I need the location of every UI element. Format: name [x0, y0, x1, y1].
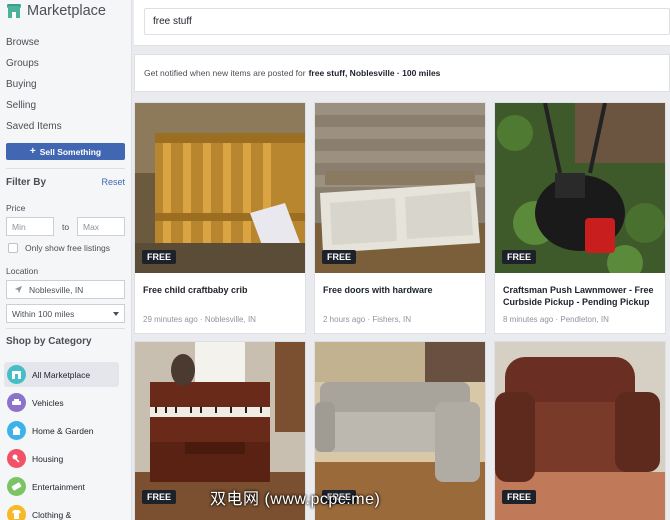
- shirt-icon: [7, 505, 26, 520]
- category-label: Clothing &: [32, 509, 72, 520]
- reset-link[interactable]: Reset: [101, 177, 125, 187]
- notify-text: Get notified when new items are posted f…: [144, 68, 306, 78]
- nav-selling[interactable]: Selling: [6, 100, 36, 111]
- category-all-marketplace[interactable]: All Marketplace: [4, 362, 119, 387]
- category-label: Entertainment: [32, 481, 85, 492]
- notify-banner: Get notified when new items are posted f…: [134, 54, 670, 92]
- category-label: All Marketplace: [32, 369, 91, 380]
- notify-query: free stuff, Noblesville · 100 miles: [308, 68, 441, 78]
- price-badge: FREE: [502, 490, 537, 504]
- location-input[interactable]: Noblesville, IN: [6, 280, 125, 299]
- radius-select[interactable]: Within 100 miles: [6, 304, 125, 323]
- radius-value: Within 100 miles: [12, 308, 75, 319]
- search-bar: free stuff: [134, 0, 670, 46]
- listing-title: Free doors with hardware: [323, 285, 433, 295]
- listing-card[interactable]: FREE: [494, 341, 666, 520]
- listing-meta: 29 minutes ago · Noblesville, IN: [143, 315, 256, 324]
- price-badge: FREE: [142, 250, 177, 264]
- price-max-placeholder: Max: [83, 221, 100, 232]
- listing-image-lawnmower: FREE: [495, 103, 665, 273]
- filter-heading: Filter By: [6, 177, 47, 188]
- price-max-input[interactable]: Max: [77, 217, 125, 236]
- key-icon: [7, 449, 26, 468]
- listing-card[interactable]: FREE Free doors with hardware 2 hours ag…: [314, 102, 486, 334]
- price-label: Price: [6, 203, 26, 213]
- location-value: Noblesville, IN: [29, 284, 84, 295]
- listing-title: Free child craftbaby crib: [143, 285, 248, 295]
- category-label: Home & Garden: [32, 425, 94, 436]
- marketplace-title: Marketplace: [27, 3, 106, 19]
- sell-something-button[interactable]: + Sell Something: [6, 143, 125, 160]
- listing-card[interactable]: FREE Craftsman Push Lawnmower - Free Cur…: [494, 102, 666, 334]
- nav-browse[interactable]: Browse: [6, 37, 39, 48]
- search-value: free stuff: [153, 16, 192, 27]
- listing-meta: 2 hours ago · Fishers, IN: [323, 315, 412, 324]
- location-arrow-icon: [14, 285, 23, 294]
- nav-groups[interactable]: Groups: [6, 58, 39, 69]
- category-entertainment[interactable]: Entertainment: [4, 474, 119, 499]
- sell-button-label: Sell Something: [39, 146, 102, 157]
- category-clothing[interactable]: Clothing &: [4, 502, 119, 520]
- divider: [6, 328, 125, 329]
- price-min-input[interactable]: Min: [6, 217, 54, 236]
- price-badge: FREE: [142, 490, 177, 504]
- chevron-down-icon: [113, 312, 119, 316]
- category-vehicles[interactable]: Vehicles: [4, 390, 119, 415]
- plus-icon: +: [29, 146, 36, 157]
- listing-image-doors: FREE: [315, 103, 485, 273]
- price-to-label: to: [62, 222, 70, 232]
- listing-image-crib: FREE: [135, 103, 305, 273]
- category-label: Housing: [32, 453, 64, 464]
- sidebar: Marketplace Browse Groups Buying Selling…: [0, 0, 132, 520]
- nav-saved-items[interactable]: Saved Items: [6, 121, 62, 132]
- location-label: Location: [6, 266, 39, 276]
- storefront-icon: [7, 365, 26, 384]
- price-min-placeholder: Min: [12, 221, 26, 232]
- search-input[interactable]: free stuff: [144, 8, 670, 35]
- house-icon: [7, 421, 26, 440]
- free-only-label: Only show free listings: [25, 243, 111, 253]
- divider: [6, 168, 125, 169]
- nav-buying[interactable]: Buying: [6, 79, 37, 90]
- category-home-garden[interactable]: Home & Garden: [4, 418, 119, 443]
- price-badge: FREE: [322, 250, 357, 264]
- car-icon: [7, 393, 26, 412]
- watermark-text: 双电网 (www.pcpc.me): [210, 491, 381, 508]
- listing-title: Craftsman Push Lawnmower - Free Curbside…: [503, 285, 654, 307]
- category-housing[interactable]: Housing: [4, 446, 119, 471]
- listing-card[interactable]: FREE Free child craftbaby crib 29 minute…: [134, 102, 306, 334]
- marketplace-brand[interactable]: Marketplace: [6, 3, 106, 19]
- category-label: Vehicles: [32, 397, 64, 408]
- ticket-icon: [7, 477, 26, 496]
- free-only-checkbox[interactable]: [8, 243, 18, 253]
- price-badge: FREE: [502, 250, 537, 264]
- listing-meta: 8 minutes ago · Pendleton, IN: [503, 315, 609, 324]
- category-heading: Shop by Category: [6, 336, 92, 347]
- listing-image-recliner: FREE: [495, 342, 665, 520]
- marketplace-icon: [7, 4, 21, 18]
